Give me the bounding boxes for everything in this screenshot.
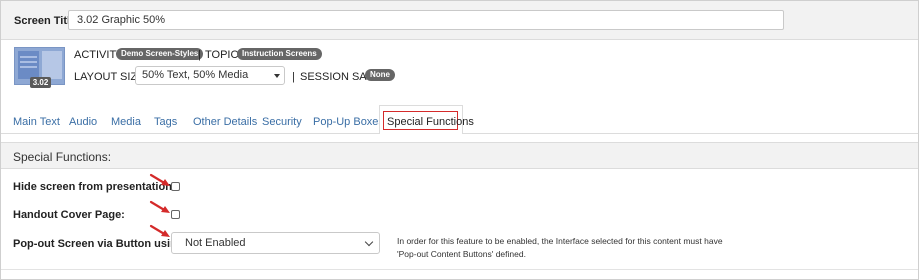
popout-help-text: In order for this feature to be enabled,… — [397, 236, 723, 259]
tab-other-details[interactable]: Other Details — [193, 116, 257, 128]
bottom-divider — [1, 269, 918, 270]
popout-button-select[interactable]: Not Enabled — [171, 232, 380, 254]
thumbnail-line — [20, 56, 37, 58]
thumbnail-media-pane — [42, 51, 62, 79]
layout-size-value: 50% Text, 50% Media — [142, 69, 249, 81]
caret-down-icon — [274, 74, 280, 78]
tab-pop-up-boxes[interactable]: Pop-Up Boxes — [313, 116, 384, 128]
section-title: Special Functions: — [13, 150, 112, 164]
tab-tags[interactable]: Tags — [154, 116, 177, 128]
popout-button-value: Not Enabled — [185, 237, 246, 249]
tab-audio[interactable]: Audio — [69, 116, 97, 128]
activity-badge: Demo Screen-Styles — [116, 48, 204, 60]
thumbnail-line — [20, 61, 37, 63]
topic-label: TOPIC: — [205, 49, 242, 61]
tab-special-functions-label[interactable]: Special Functions — [387, 116, 474, 128]
screen-title-input[interactable]: 3.02 Graphic 50% — [68, 10, 784, 30]
session-save-badge: None — [365, 69, 395, 81]
section-header: Special Functions: — [1, 142, 918, 169]
topic-badge: Instruction Screens — [237, 48, 322, 60]
tab-media[interactable]: Media — [111, 116, 141, 128]
red-arrow-icon — [149, 200, 170, 213]
layout-size-select[interactable]: 50% Text, 50% Media — [135, 66, 285, 85]
separator: | — [292, 71, 295, 83]
red-arrow-icon — [149, 173, 170, 186]
screen-title-row: Screen Title 3.02 Graphic 50% — [1, 1, 918, 40]
tab-security[interactable]: Security — [262, 116, 302, 128]
tab-main-text[interactable]: Main Text — [13, 116, 60, 128]
handout-cover-label: Handout Cover Page: — [13, 209, 125, 221]
thumbnail-line — [20, 66, 37, 68]
hide-screen-checkbox[interactable] — [171, 182, 180, 191]
screen-editor-panel: Screen Title 3.02 Graphic 50% 3.02 ACTIV… — [0, 0, 919, 280]
chevron-down-icon — [364, 237, 374, 247]
thumbnail-badge: 3.02 — [30, 77, 51, 88]
screen-title-label: Screen Title — [14, 15, 77, 27]
red-arrow-icon — [149, 224, 170, 237]
handout-cover-checkbox[interactable] — [171, 210, 180, 219]
separator: | — [198, 49, 201, 61]
